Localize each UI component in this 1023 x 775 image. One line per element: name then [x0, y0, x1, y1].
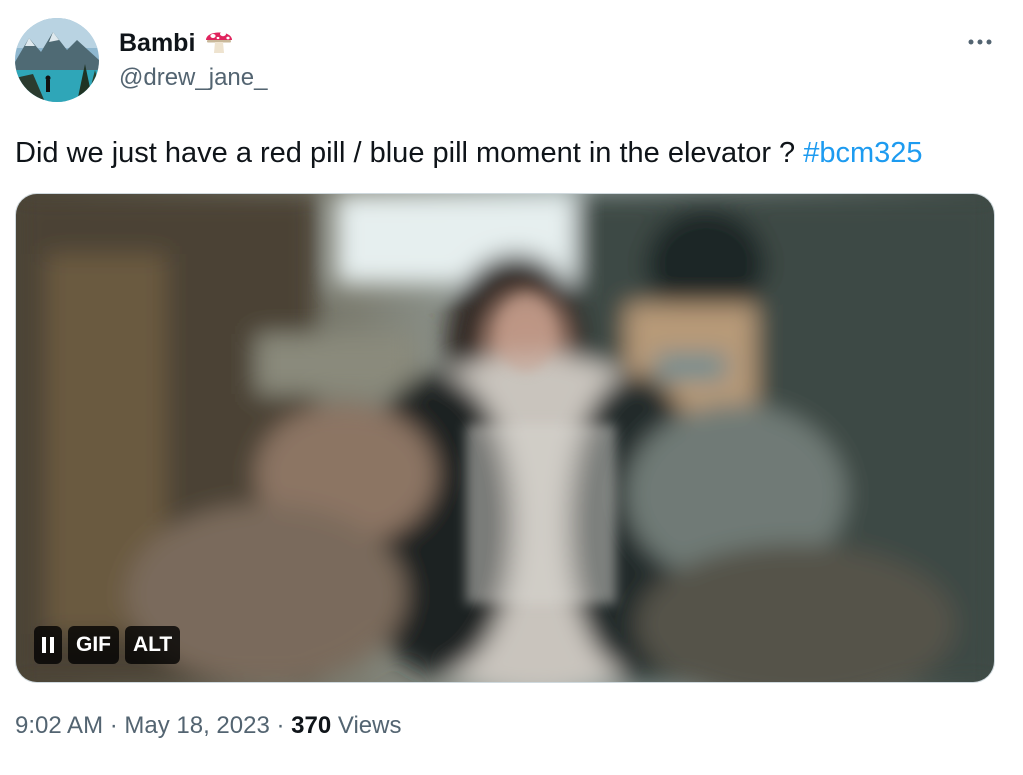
gif-badge: GIF: [68, 626, 119, 664]
pause-button[interactable]: [34, 626, 62, 664]
views-count: 370: [291, 712, 332, 739]
more-icon: [968, 39, 992, 45]
tweet-body: Did we just have a red pill / blue pill …: [15, 137, 804, 169]
tweet-time[interactable]: 9:02 AM: [15, 712, 103, 739]
gif-controls: GIF ALT: [34, 626, 181, 664]
meta-separator: ·: [269, 712, 292, 739]
author-handle[interactable]: @drew_jane_: [119, 64, 267, 92]
tweet-date[interactable]: May 18, 2023: [124, 712, 269, 739]
meta-separator: ·: [103, 712, 125, 739]
avatar-image: [15, 18, 99, 102]
tweet-text: Did we just have a red pill / blue pill …: [15, 135, 923, 171]
tweet-meta: 9:02 AM · May 18, 2023 · 370 Views: [15, 712, 401, 740]
avatar[interactable]: [15, 18, 99, 102]
author-name[interactable]: Bambi: [119, 24, 235, 63]
display-name-text: Bambi: [119, 29, 196, 57]
gif-media[interactable]: [15, 193, 995, 683]
mushroom-icon: [203, 24, 235, 63]
hashtag-link[interactable]: #bcm325: [803, 137, 922, 169]
views-label: Views: [331, 712, 402, 739]
gif-frame: [16, 194, 994, 682]
more-options-button[interactable]: [962, 24, 998, 60]
alt-text-button[interactable]: ALT: [125, 626, 181, 664]
pause-icon: [42, 637, 54, 653]
